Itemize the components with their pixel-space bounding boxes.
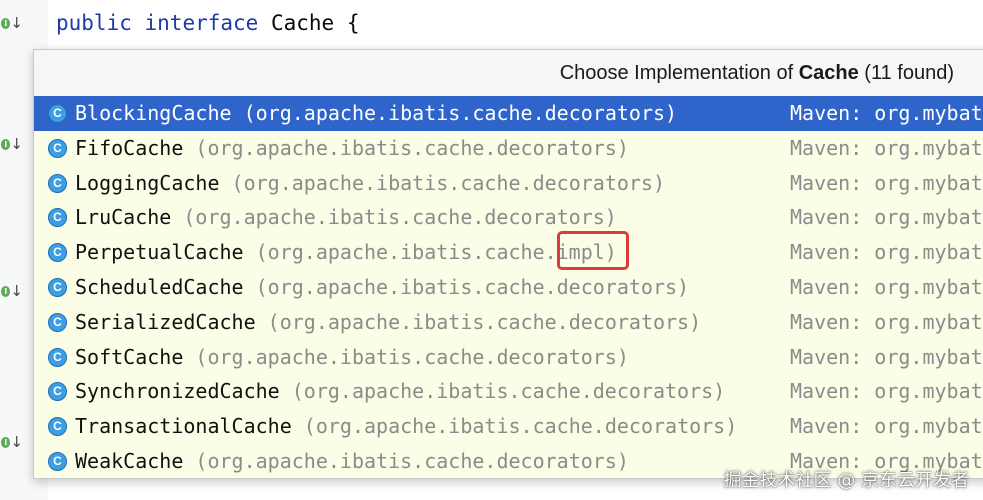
package-name: (org.apache.ibatis.cache.decorators) xyxy=(183,135,629,160)
implementation-item[interactable]: C FifoCache (org.apache.ibatis.cache.deco… xyxy=(34,131,983,166)
package-name: (org.apache.ibatis.cache.decorators) xyxy=(219,170,666,195)
down-arrow-icon: ↓ xyxy=(10,14,23,32)
implementation-label: ScheduledCache (org.apache.ibatis.cache.… xyxy=(75,270,689,305)
class-icon: C xyxy=(48,277,67,297)
implementation-item[interactable]: C SynchronizedCache (org.apache.ibatis.ca… xyxy=(34,374,983,409)
library-source: Maven: org.mybat xyxy=(790,309,983,334)
class-name: SynchronizedCache xyxy=(75,379,280,404)
watermark: 掘金技术社区 @ 京东云开发者 xyxy=(723,470,969,491)
library-source: Maven: org.mybat xyxy=(790,240,983,265)
implementation-item[interactable]: C LruCache (org.apache.ibatis.cache.decor… xyxy=(34,200,983,235)
package-name: (org.apache.ibatis.cache.decorators) xyxy=(279,379,726,404)
implemented-gutter-icon[interactable]: I ↓ xyxy=(1,431,23,453)
class-name: SoftCache xyxy=(75,344,184,369)
class-name: WeakCache xyxy=(75,448,184,473)
interface-badge-icon: I xyxy=(1,285,11,297)
class-name: ScheduledCache xyxy=(75,274,244,299)
library-source: Maven: org.mybat xyxy=(790,170,983,195)
implementation-list: C BlockingCache (org.apache.ibatis.cache.… xyxy=(34,96,983,478)
class-name: LruCache xyxy=(75,205,172,230)
library-source: Maven: org.mybat xyxy=(790,274,983,299)
library-source: Maven: org.mybat xyxy=(790,205,983,230)
class-name: BlockingCache xyxy=(75,101,232,125)
interface-badge-icon: I xyxy=(1,17,11,29)
implemented-gutter-icon[interactable]: I ↓ xyxy=(1,280,23,302)
interface-badge-icon: I xyxy=(1,436,11,448)
package-name: (org.apache.ibatis.cache.decorators) xyxy=(291,414,738,439)
title-class-name: Cache xyxy=(798,62,859,84)
implementation-label: WeakCache (org.apache.ibatis.cache.decor… xyxy=(75,444,629,478)
title-prefix: Choose Implementation of xyxy=(559,62,799,84)
class-icon: C xyxy=(48,104,67,123)
library-source: Maven: org.mybat xyxy=(790,101,983,125)
class-icon: C xyxy=(48,451,67,471)
implemented-gutter-icon[interactable]: I ↓ xyxy=(1,133,23,155)
package-name: (org.apache.ibatis.cache.decorators) xyxy=(183,448,629,473)
library-source: Maven: org.mybat xyxy=(790,379,983,404)
implementation-label: BlockingCache (org.apache.ibatis.cache.d… xyxy=(75,96,677,131)
annotation-highlight-box xyxy=(557,231,629,270)
class-icon: C xyxy=(48,173,67,193)
implementation-label: LruCache (org.apache.ibatis.cache.decora… xyxy=(75,200,617,235)
class-name: LoggingCache xyxy=(75,170,220,195)
class-icon: C xyxy=(48,417,67,437)
class-name: PerpetualCache xyxy=(75,240,244,265)
open-brace: { xyxy=(346,11,360,35)
class-icon: C xyxy=(48,138,67,158)
class-name: SerializedCache xyxy=(75,309,256,334)
package-name: (org.apache.ibatis.cache.decorators) xyxy=(243,274,690,299)
implementation-label: PerpetualCache (org.apache.ibatis.cache.… xyxy=(75,235,617,270)
implementation-item[interactable]: C SoftCache (org.apache.ibatis.cache.deco… xyxy=(34,340,983,375)
implemented-gutter-icon[interactable]: I ↓ xyxy=(1,12,23,34)
implementation-label: SynchronizedCache (org.apache.ibatis.cac… xyxy=(75,374,725,409)
code-line[interactable]: public interface Cache { xyxy=(56,8,360,38)
implementation-item[interactable]: C ScheduledCache (org.apache.ibatis.cache… xyxy=(34,270,983,305)
implementation-item[interactable]: C PerpetualCache (org.apache.ibatis.cache… xyxy=(34,235,983,270)
library-source: Maven: org.mybat xyxy=(790,344,983,369)
popup-header: Choose Implementation of Cache (11 found… xyxy=(34,50,983,96)
interface-name: Cache xyxy=(270,11,335,35)
package-name: (org.apache.ibatis.cache.decorators) xyxy=(183,344,629,369)
keyword-public: public xyxy=(56,11,132,35)
class-icon: C xyxy=(48,347,67,367)
implementation-item[interactable]: C BlockingCache (org.apache.ibatis.cache.… xyxy=(34,96,983,131)
implementation-item[interactable]: C SerializedCache (org.apache.ibatis.cach… xyxy=(34,305,983,340)
interface-badge-icon: I xyxy=(1,138,11,150)
choose-implementation-popup: Choose Implementation of Cache (11 found… xyxy=(33,49,983,479)
implementation-item[interactable]: C LoggingCache (org.apache.ibatis.cache.d… xyxy=(34,166,983,201)
implementation-label: SoftCache (org.apache.ibatis.cache.decor… xyxy=(75,340,629,375)
down-arrow-icon: ↓ xyxy=(10,282,23,300)
keyword-interface: interface xyxy=(144,11,259,35)
implementation-item[interactable]: C TransactionalCache (org.apache.ibatis.c… xyxy=(34,409,983,444)
class-icon: C xyxy=(48,312,67,332)
implementation-label: FifoCache (org.apache.ibatis.cache.decor… xyxy=(75,131,629,166)
implementation-label: LoggingCache (org.apache.ibatis.cache.de… xyxy=(75,166,665,201)
class-icon: C xyxy=(48,243,67,263)
class-name: TransactionalCache xyxy=(75,414,292,439)
down-arrow-icon: ↓ xyxy=(10,433,23,451)
class-icon: C xyxy=(48,382,67,402)
package-name: (org.apache.ibatis.cache.decorators) xyxy=(171,205,617,230)
class-name: FifoCache xyxy=(75,135,184,160)
library-source: Maven: org.mybat xyxy=(790,135,983,160)
class-icon: C xyxy=(48,208,67,228)
implementation-label: TransactionalCache (org.apache.ibatis.ca… xyxy=(75,409,737,444)
down-arrow-icon: ↓ xyxy=(10,135,23,153)
popup-title: Choose Implementation of Cache (11 found… xyxy=(560,50,954,96)
package-name: (org.apache.ibatis.cache.decorators) xyxy=(231,101,678,125)
implementation-label: SerializedCache (org.apache.ibatis.cache… xyxy=(75,305,701,340)
package-name: (org.apache.ibatis.cache.decorators) xyxy=(255,309,702,334)
title-count: (11 found) xyxy=(858,62,954,84)
library-source: Maven: org.mybat xyxy=(790,414,983,439)
